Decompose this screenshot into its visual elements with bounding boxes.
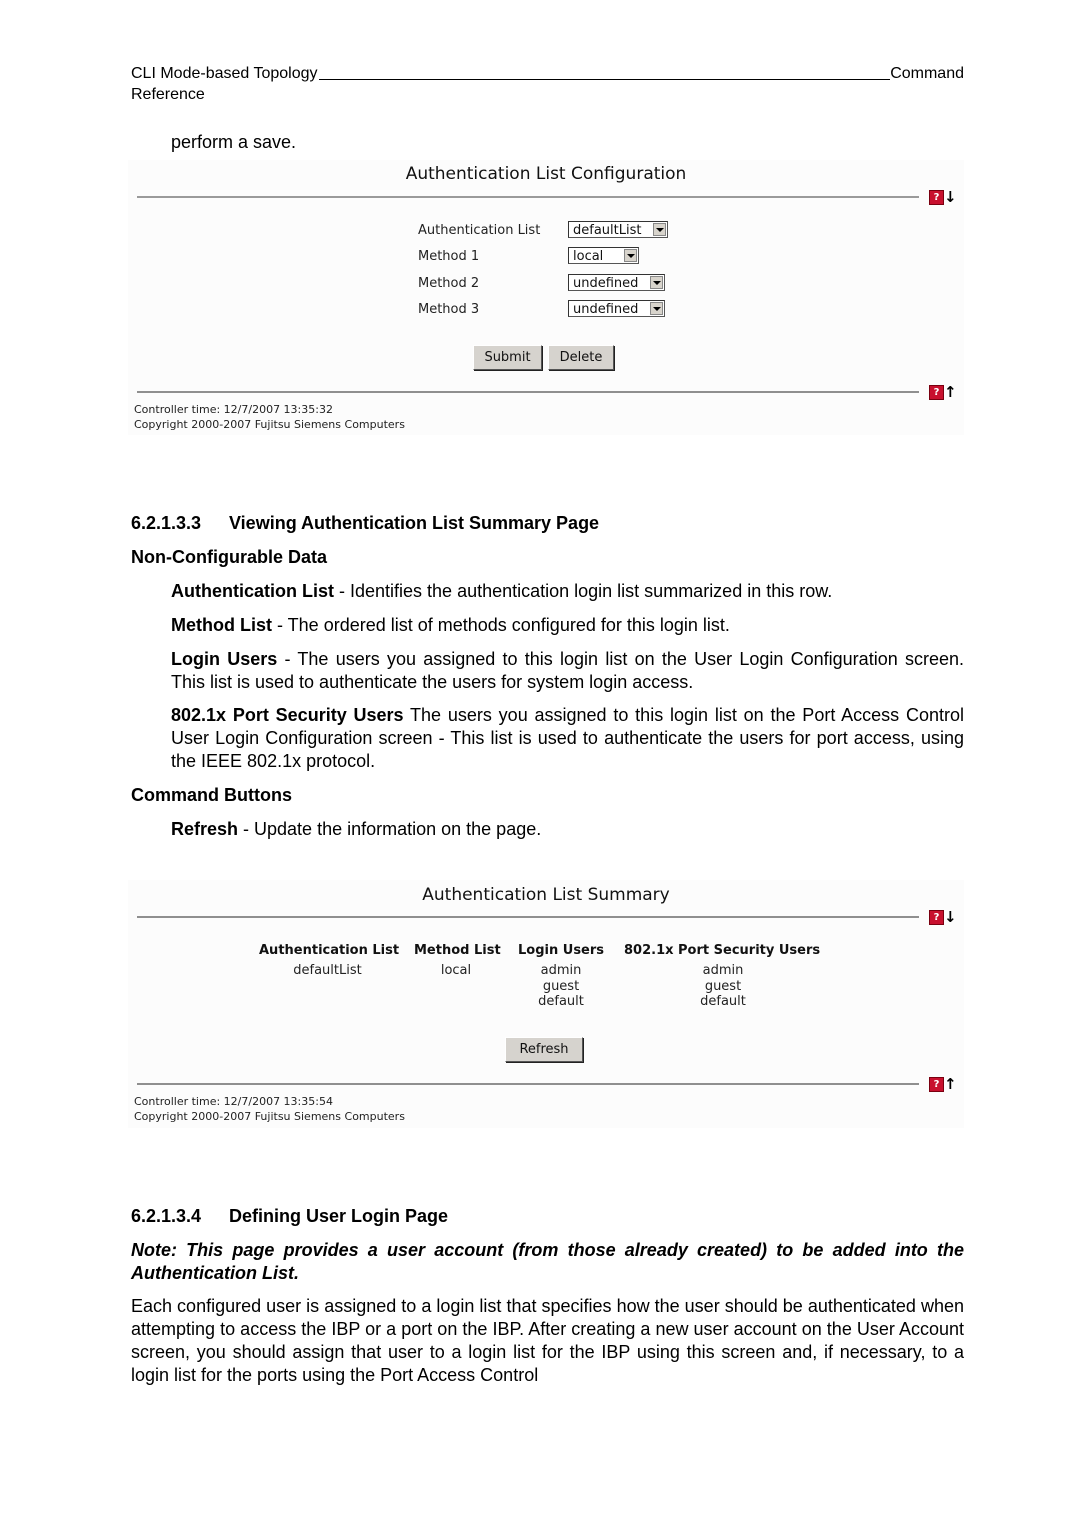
bottom-divider (137, 1083, 919, 1085)
cell-method-list: local (440, 963, 472, 978)
port-security-user: default (700, 994, 746, 1009)
arrow-down-icon[interactable]: ↓ (944, 190, 957, 205)
definition-item: 802.1x Port Security Users The users you… (171, 704, 964, 773)
section-title: Defining User Login Page (229, 1206, 449, 1226)
method-3-label: Method 3 (418, 302, 480, 317)
cell-auth-list: defaultList (293, 963, 362, 978)
summary-panel-title: Authentication List Summary (422, 885, 670, 905)
chevron-down-icon[interactable] (653, 223, 666, 236)
intro-text: perform a save. (171, 132, 297, 152)
login-user: default (538, 994, 584, 1009)
definition-term: Refresh (171, 819, 239, 839)
help-icon[interactable]: ? (929, 385, 944, 400)
method-1-value: local (573, 249, 604, 264)
definition-term: Method List (171, 615, 272, 635)
chevron-down-icon[interactable] (624, 249, 637, 262)
body-paragraph: Each configured user is assigned to a lo… (131, 1296, 964, 1385)
port-security-user: admin (702, 963, 744, 978)
submit-button[interactable]: Submit (473, 345, 542, 370)
config-panel-title: Authentication List Configuration (405, 164, 687, 184)
definition-item: Method List - The ordered list of method… (171, 614, 964, 637)
definition-text: - The users you assigned to this login l… (171, 649, 964, 692)
definition-text: - Identifies the authentication login li… (334, 581, 833, 601)
header-rule (318, 79, 891, 80)
summary-panel: Authentication List Summary ? ↓ Authenti… (128, 880, 964, 1128)
column-header-auth-list: Authentication List (259, 943, 400, 958)
copyright: Copyright 2000-2007 Fujitsu Siemens Comp… (134, 418, 405, 431)
auth-list-value: defaultList (573, 223, 642, 238)
method-2-value: undefined (573, 276, 639, 291)
controller-time: Controller time: 12/7/2007 13:35:54 (134, 1095, 333, 1108)
definition-term: Authentication List (171, 581, 334, 601)
config-panel: Authentication List Configuration ? ↓ Au… (128, 160, 964, 435)
section-heading-summary: 6.2.1.3.3 Viewing Authentication List Sum… (131, 512, 599, 535)
method-3-select[interactable]: undefined (568, 300, 665, 317)
controller-time: Controller time: 12/7/2007 13:35:32 (134, 403, 333, 416)
chevron-down-icon[interactable] (650, 276, 663, 289)
help-icon[interactable]: ? (929, 910, 944, 925)
help-icon[interactable]: ? (929, 1077, 944, 1092)
definition-term: 802.1x Port Security Users (171, 705, 404, 725)
subheading-non-configurable: Non-Configurable Data (131, 547, 327, 567)
definition-term: Login Users (171, 649, 278, 669)
method-3-value: undefined (573, 302, 639, 317)
top-divider (137, 916, 919, 918)
port-security-user: guest (704, 978, 742, 994)
method-1-select[interactable]: local (568, 247, 639, 264)
auth-list-label: Authentication List (418, 223, 541, 238)
chevron-down-icon[interactable] (650, 302, 663, 315)
arrow-up-icon[interactable]: ↑ (944, 385, 957, 400)
section-title: Viewing Authentication List Summary Page (229, 513, 600, 533)
header-second-line: Reference (131, 86, 205, 103)
section-heading-user-login: 6.2.1.3.4 Defining User Login Page (131, 1205, 448, 1228)
definition-text: - Update the information on the page. (238, 819, 542, 839)
method-1-label: Method 1 (418, 249, 480, 264)
header-left-text: CLI Mode-based Topology (131, 65, 318, 82)
note-text: Note: This page provides a user account … (131, 1240, 964, 1283)
auth-list-select[interactable]: defaultList (568, 221, 668, 238)
bottom-divider (137, 391, 919, 393)
top-divider (137, 196, 919, 198)
section-number: 6.2.1.3.4 (131, 1206, 202, 1226)
copyright: Copyright 2000-2007 Fujitsu Siemens Comp… (134, 1110, 405, 1123)
login-user: admin (540, 963, 582, 978)
column-header-login-users: Login Users (518, 943, 605, 958)
method-2-label: Method 2 (418, 276, 480, 291)
column-header-port-security-users: 802.1x Port Security Users (624, 943, 821, 958)
cell-port-security-users: admin guest default (624, 963, 822, 1010)
login-user: guest (542, 978, 580, 994)
definition-item: Refresh - Update the information on the … (171, 818, 964, 841)
subheading-command-buttons: Command Buttons (131, 785, 292, 805)
arrow-down-icon[interactable]: ↓ (944, 910, 957, 925)
method-2-select[interactable]: undefined (568, 274, 665, 291)
arrow-up-icon[interactable]: ↑ (944, 1077, 957, 1092)
section-number: 6.2.1.3.3 (131, 513, 202, 533)
definition-text: - The ordered list of methods configured… (272, 615, 730, 635)
column-header-method-list: Method List (414, 943, 501, 958)
page-header: CLI Mode-based Topology Command Referenc… (131, 63, 964, 105)
header-right-text: Command (890, 65, 964, 82)
definition-item: Login Users - The users you assigned to … (171, 648, 964, 694)
cell-login-users: admin guest default (518, 963, 604, 1010)
delete-button[interactable]: Delete (548, 345, 614, 370)
definition-item: Authentication List - Identifies the aut… (171, 580, 964, 603)
refresh-button[interactable]: Refresh (505, 1037, 583, 1062)
help-icon[interactable]: ? (929, 190, 944, 205)
